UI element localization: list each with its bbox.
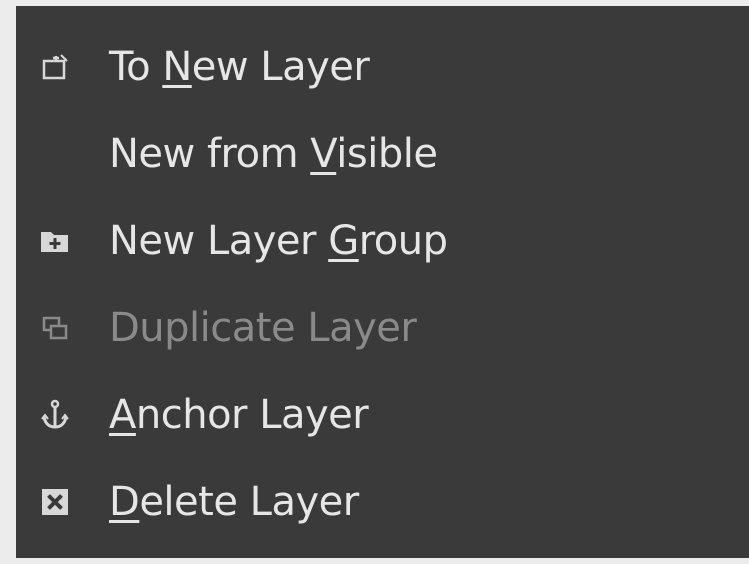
delete-icon bbox=[38, 485, 72, 519]
new-layer-group-icon bbox=[38, 224, 72, 258]
menu-item-label: Delete Layer bbox=[109, 478, 359, 525]
menu-item-label: New Layer Group bbox=[109, 217, 448, 264]
menu-item-label: Anchor Layer bbox=[109, 391, 369, 438]
menu-item-duplicate-layer[interactable]: Duplicate Layer bbox=[16, 284, 749, 371]
duplicate-layer-icon bbox=[38, 311, 72, 345]
menu-item-new-layer-group[interactable]: New Layer Group bbox=[16, 197, 749, 284]
menu-item-label: New from Visible bbox=[109, 130, 438, 177]
menu-item-label: Duplicate Layer bbox=[109, 304, 417, 351]
menu-item-to-new-layer[interactable]: To New Layer bbox=[16, 23, 749, 110]
menu-item-anchor-layer[interactable]: Anchor Layer bbox=[16, 371, 749, 458]
menu-item-new-from-visible[interactable]: New from Visible bbox=[16, 110, 749, 197]
layer-context-menu: To New Layer New from Visible New Layer … bbox=[16, 6, 749, 558]
menu-item-delete-layer[interactable]: Delete Layer bbox=[16, 458, 749, 545]
to-new-layer-icon bbox=[38, 50, 72, 84]
anchor-icon bbox=[38, 398, 72, 432]
menu-item-label: To New Layer bbox=[109, 43, 370, 90]
